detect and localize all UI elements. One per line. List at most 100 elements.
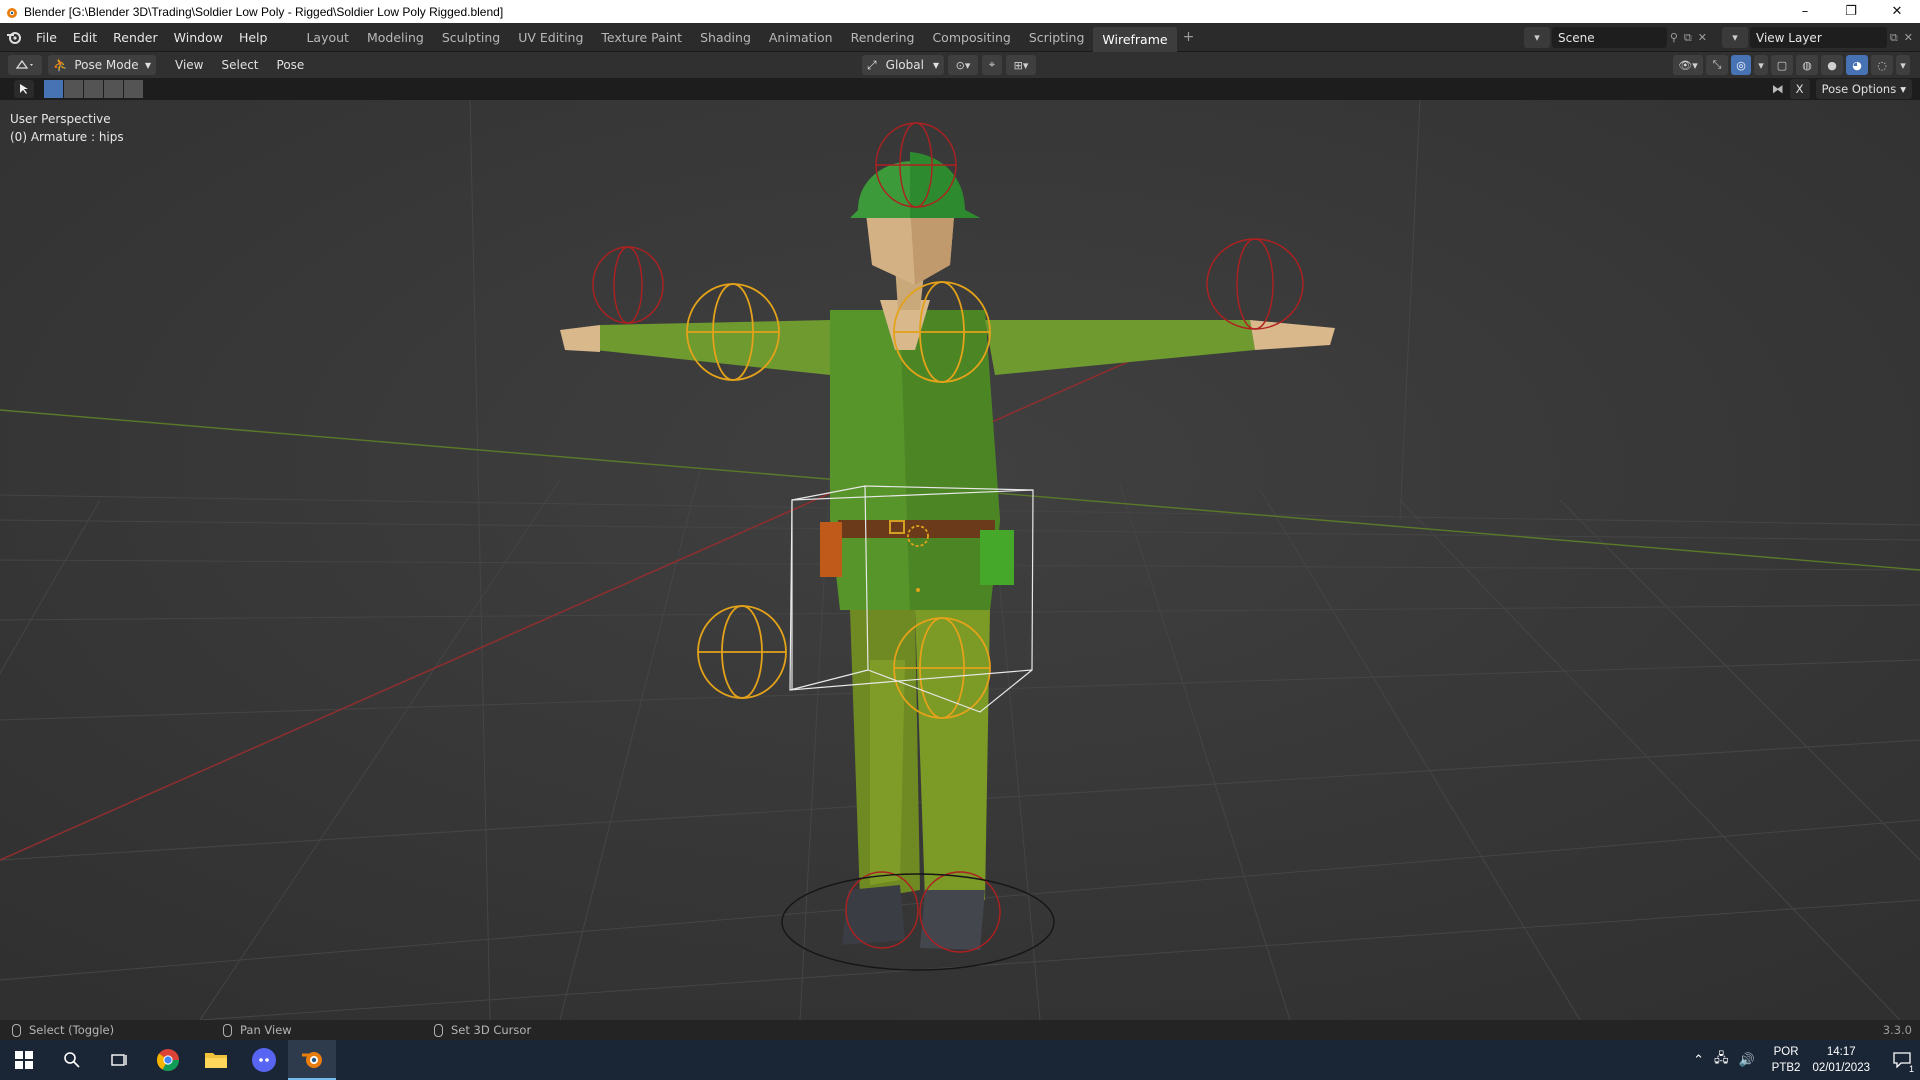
maximize-button[interactable]: ❐ [1828,0,1874,23]
tab-texture-paint[interactable]: Texture Paint [592,23,691,52]
status-hint-select: Select (Toggle) [29,1023,115,1037]
blender-app-icon [7,7,17,18]
select-intersect-icon[interactable] [124,80,143,98]
viewport-header: ⛹ Pose Mode ▾ View Select Pose ⤢ Global … [0,52,1920,78]
file-explorer-icon[interactable] [192,1040,240,1080]
pouch-left [820,522,842,577]
3d-viewport[interactable]: User Perspective (0) Armature : hips [0,100,1920,1020]
select-extend-icon[interactable] [64,80,83,98]
notification-count: 1 [1908,1064,1914,1074]
blender-taskbar-icon[interactable] [288,1040,336,1080]
menu-view[interactable]: View [166,58,212,72]
tab-modeling[interactable]: Modeling [358,23,433,52]
delete-view-layer-icon[interactable]: ✕ [1904,31,1913,44]
tab-animation[interactable]: Animation [760,23,842,52]
view-layer-icon[interactable]: ▾ [1722,27,1748,48]
overlays-dropdown-icon[interactable]: ▾ [1754,55,1768,75]
menu-help[interactable]: Help [231,23,276,52]
pose-options-dropdown[interactable]: Pose Options ▾ [1815,79,1912,99]
transform-tools: ⤢ Global ▾ ⊙▾ ⌖ ⊞▾ [862,55,1036,75]
language-code: POR [1773,1046,1799,1058]
tab-compositing[interactable]: Compositing [923,23,1019,52]
menu-pose[interactable]: Pose [268,58,314,72]
snap-target-icon[interactable]: ⊞▾ [1006,55,1036,75]
status-hint-cursor: Set 3D Cursor [451,1023,532,1037]
select-subtract-icon[interactable] [84,80,103,98]
tab-shading[interactable]: Shading [691,23,760,52]
network-icon[interactable]: 🖧 [1714,1049,1729,1071]
chevron-down-icon: ▾ [144,58,151,72]
status-hint-right: Set 3D Cursor [434,1023,531,1037]
menu-select[interactable]: Select [212,58,267,72]
status-hint-middle: Pan View [223,1023,292,1037]
rendered-shading-icon[interactable]: ◌ [1871,55,1893,75]
search-icon[interactable] [48,1040,96,1080]
delete-scene-icon[interactable]: ✕ [1698,31,1707,44]
pose-options-label: Pose Options [1821,82,1897,96]
tab-wireframe[interactable]: Wireframe [1093,26,1177,52]
scene-icon[interactable]: ▾ [1524,27,1550,48]
view-layer-field[interactable]: View Layer [1750,27,1887,48]
viewport-info: User Perspective (0) Armature : hips [10,110,124,146]
discord-icon[interactable] [240,1040,288,1080]
clock[interactable]: 14:17 02/01/2023 [1812,1044,1870,1076]
start-button[interactable] [0,1040,48,1080]
notifications-icon[interactable]: 1 [1884,1040,1920,1080]
blender-logo-icon[interactable] [0,23,28,52]
tab-scripting[interactable]: Scripting [1020,23,1094,52]
editor-type-dropdown[interactable] [8,55,42,75]
tab-uv-editing[interactable]: UV Editing [509,23,592,52]
gizmo-icon[interactable]: ⤡ [1706,55,1728,75]
wireframe-shading-icon[interactable]: ◍ [1796,55,1818,75]
menu-edit[interactable]: Edit [65,23,105,52]
editor-type-icon [15,59,33,69]
chevron-down-icon: ▾ [1900,82,1906,96]
menu-file[interactable]: File [28,23,65,52]
shading-dropdown-icon[interactable]: ▾ [1896,55,1910,75]
solid-shading-icon[interactable]: ● [1821,55,1843,75]
volume-icon[interactable]: 🔊 [1738,1052,1754,1068]
input-language[interactable]: POR PTB2 [1772,1044,1801,1076]
select-invert-icon[interactable] [104,80,123,98]
menu-window[interactable]: Window [166,23,231,52]
minimize-button[interactable]: – [1782,0,1828,23]
blender-version: 3.3.0 [1882,1023,1912,1037]
pivot-point-icon[interactable]: ⊙▾ [948,55,978,75]
pose-options-area: ⧓ X Pose Options ▾ [1772,79,1912,99]
system-tray: ⌃ 🖧 🔊 POR PTB2 14:17 02/01/2023 1 [1688,1040,1920,1080]
visibility-icon[interactable]: 👁▾ [1673,55,1703,75]
mirror-icon[interactable]: ⧓ [1772,82,1784,96]
select-tool-icon[interactable] [14,80,34,98]
new-scene-icon[interactable]: ⧉ [1684,31,1692,45]
tool-settings-row: ⧓ X Pose Options ▾ [0,78,1920,100]
mode-dropdown[interactable]: ⛹ Pose Mode ▾ [48,55,156,75]
pouch-right [980,530,1014,585]
workspace-tabs: Layout Modeling Sculpting UV Editing Tex… [297,23,1200,52]
scene-field[interactable]: Scene [1552,27,1667,48]
status-hint-pan: Pan View [240,1023,292,1037]
pin-icon[interactable]: ⚲ [1670,31,1678,44]
material-preview-icon[interactable]: ◕ [1846,55,1868,75]
tab-sculpting[interactable]: Sculpting [433,23,509,52]
viewport-scene [0,100,1920,1020]
orientation-icon: ⤢ [867,57,877,72]
orientation-dropdown[interactable]: ⤢ Global ▾ [862,55,944,75]
select-new-icon[interactable] [44,80,63,98]
tab-rendering[interactable]: Rendering [842,23,924,52]
viewport-display-tools: 👁▾ ⤡ ◎ ▾ ▢ ◍ ● ◕ ◌ ▾ [1673,55,1910,75]
task-view-icon[interactable] [96,1040,144,1080]
chevron-down-icon: ▾ [932,58,939,72]
new-view-layer-icon[interactable]: ⧉ [1890,31,1898,45]
overlays-icon[interactable]: ◎ [1731,55,1751,75]
add-workspace-button[interactable]: + [1177,23,1201,52]
menu-render[interactable]: Render [105,23,166,52]
chevron-up-icon[interactable]: ⌃ [1693,1052,1704,1068]
tab-layout[interactable]: Layout [297,23,358,52]
close-button[interactable]: ✕ [1874,0,1920,23]
window-titlebar: Blender [G:\Blender 3D\Trading\Soldier L… [0,0,1920,23]
xray-icon[interactable]: ▢ [1771,55,1793,75]
x-mirror-toggle[interactable]: X [1789,79,1810,99]
snap-icon[interactable]: ⌖ [982,55,1002,75]
chrome-icon[interactable] [144,1040,192,1080]
viewport-menu: View Select Pose [166,58,313,72]
